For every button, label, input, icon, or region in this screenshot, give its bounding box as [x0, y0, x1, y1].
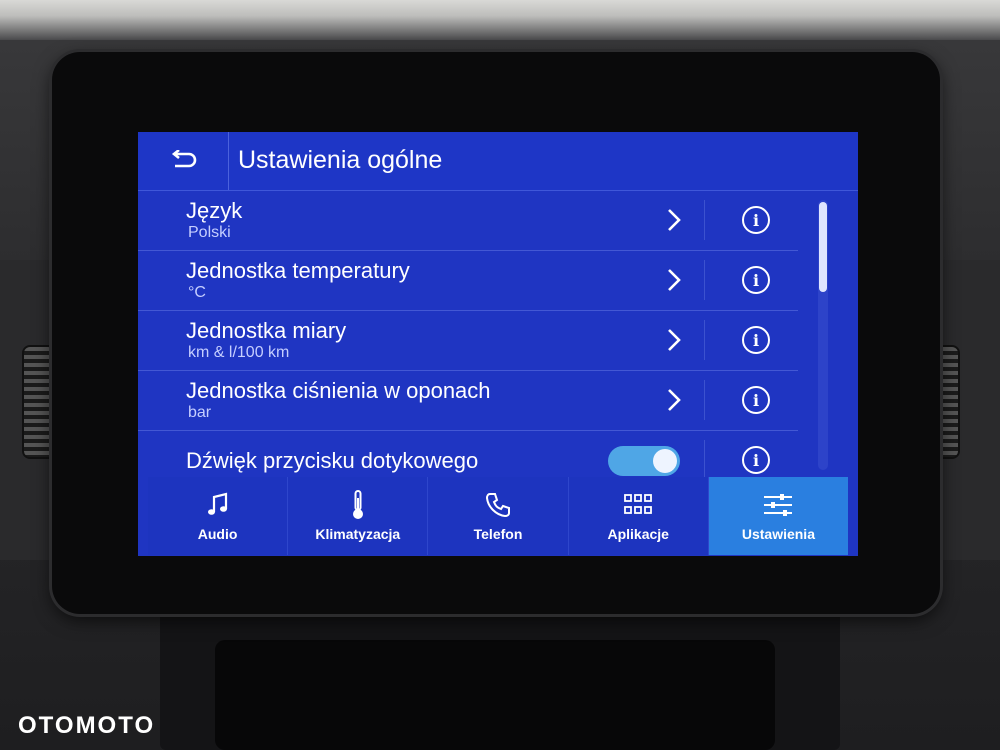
info-icon[interactable]: i	[742, 446, 770, 474]
setting-row-language[interactable]: Język Polski i	[138, 190, 798, 251]
setting-row-temperature-unit[interactable]: Jednostka temperatury °C i	[138, 250, 798, 311]
info-icon[interactable]: i	[742, 206, 770, 234]
tab-label: Ustawienia	[741, 526, 815, 542]
grid-icon	[623, 490, 653, 520]
chevron-right-icon[interactable]	[662, 264, 686, 296]
chevron-right-icon[interactable]	[662, 384, 686, 416]
toggle-knob	[653, 449, 677, 473]
row-divider	[704, 200, 705, 240]
row-divider	[704, 440, 705, 480]
dashboard-top	[0, 0, 1000, 40]
back-button[interactable]	[138, 132, 229, 190]
info-icon[interactable]: i	[742, 266, 770, 294]
setting-title: Dźwięk przycisku dotykowego	[186, 448, 479, 473]
info-icon[interactable]: i	[742, 326, 770, 354]
setting-row-tire-pressure-unit[interactable]: Jednostka ciśnienia w oponach bar i	[138, 370, 798, 431]
infotainment-screen: Ustawienia ogólne Język Polski i Jednost…	[138, 132, 858, 556]
tab-settings[interactable]: Ustawienia	[708, 477, 849, 555]
touch-sound-toggle[interactable]	[608, 446, 680, 476]
info-icon[interactable]: i	[742, 386, 770, 414]
sliders-icon	[763, 490, 793, 520]
phone-icon	[483, 490, 513, 520]
otomoto-watermark: OTOMOTO	[18, 712, 156, 739]
row-divider	[704, 260, 705, 300]
tab-climate[interactable]: Klimatyzacja	[288, 477, 429, 555]
tab-label: Telefon	[473, 526, 523, 542]
setting-value: Polski	[188, 224, 231, 241]
scrollbar-thumb[interactable]	[819, 202, 827, 292]
tab-label: Aplikacje	[607, 526, 669, 542]
setting-title: Jednostka temperatury	[186, 258, 410, 283]
setting-value: km & l/100 km	[188, 344, 290, 361]
row-divider	[704, 320, 705, 360]
chevron-right-icon[interactable]	[662, 324, 686, 356]
setting-value: bar	[188, 404, 212, 421]
setting-title: Jednostka miary	[186, 318, 347, 343]
settings-list: Język Polski i Jednostka temperatury °C …	[138, 190, 858, 480]
setting-title: Język	[186, 198, 243, 223]
back-arrow-icon	[171, 150, 197, 168]
bottom-tab-bar: Audio Klimatyzacja Telefon Aplikacje Ust…	[148, 477, 849, 555]
tab-label: Klimatyzacja	[315, 526, 401, 542]
tab-audio[interactable]: Audio	[148, 477, 289, 555]
tab-apps[interactable]: Aplikacje	[569, 477, 709, 555]
left-vent-knob	[22, 345, 56, 459]
page-title: Ustawienia ogólne	[238, 146, 443, 174]
music-note-icon	[203, 490, 233, 520]
tab-phone[interactable]: Telefon	[428, 477, 569, 555]
console-tray	[215, 640, 775, 750]
chevron-right-icon[interactable]	[662, 204, 686, 236]
tab-label: Audio	[197, 526, 238, 542]
setting-title: Jednostka ciśnienia w oponach	[186, 378, 491, 403]
setting-value: °C	[188, 284, 206, 301]
screen-header: Ustawienia ogólne	[138, 132, 858, 191]
scrollbar[interactable]	[818, 200, 828, 470]
row-divider	[704, 380, 705, 420]
thermometer-icon	[343, 490, 373, 520]
setting-row-measurement-unit[interactable]: Jednostka miary km & l/100 km i	[138, 310, 798, 371]
